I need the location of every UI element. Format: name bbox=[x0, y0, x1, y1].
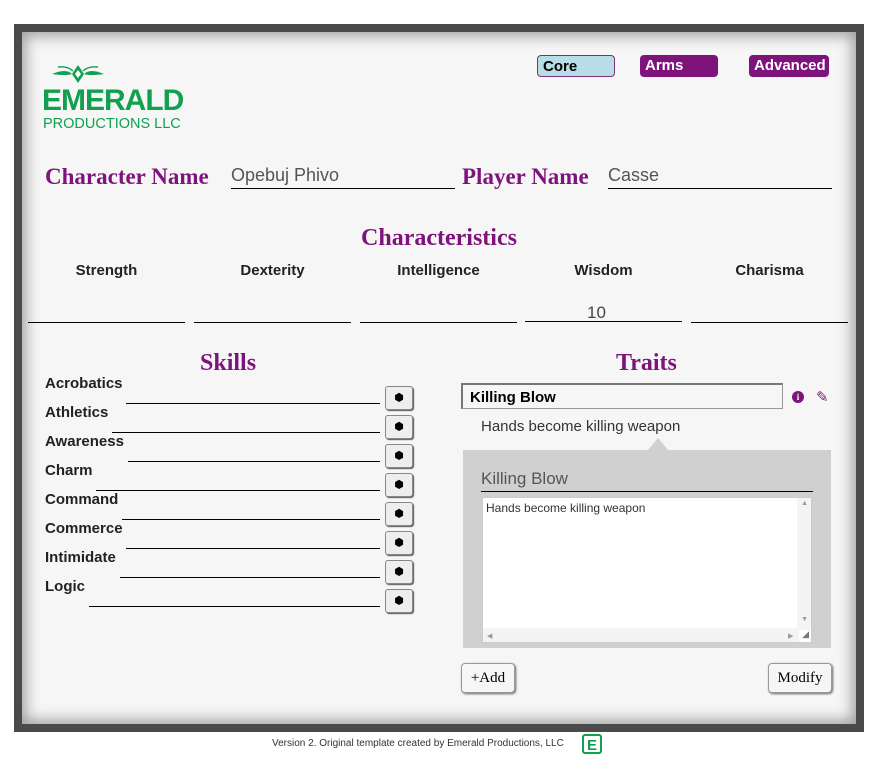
dexterity-input[interactable] bbox=[194, 292, 351, 323]
intelligence-label: Intelligence bbox=[397, 262, 480, 279]
add-trait-button[interactable]: +Add bbox=[461, 663, 515, 693]
charisma-input[interactable] bbox=[691, 292, 848, 323]
dice-icon: ⬢ bbox=[394, 479, 404, 491]
resize-grip-icon[interactable]: ◢ bbox=[802, 629, 809, 640]
tab-advanced[interactable]: Advanced bbox=[749, 55, 829, 77]
emerald-crest-icon bbox=[52, 65, 104, 83]
dexterity-label: Dexterity bbox=[240, 262, 305, 279]
scroll-left-icon[interactable]: ◀ bbox=[487, 632, 492, 640]
scroll-up-icon[interactable]: ▲ bbox=[801, 500, 808, 507]
dice-icon: ⬢ bbox=[394, 421, 404, 433]
trait-description: Hands become killing weapon bbox=[481, 418, 681, 435]
dice-roll-button[interactable]: ⬢ bbox=[385, 473, 413, 497]
strength-input[interactable] bbox=[28, 292, 185, 323]
dice-icon: ⬢ bbox=[394, 595, 404, 607]
dice-icon: ⬢ bbox=[394, 566, 404, 578]
trait-edit-panel: Killing Blow Hands become killing weapon… bbox=[463, 450, 831, 648]
dice-roll-button[interactable]: ⬢ bbox=[385, 502, 413, 526]
footer-credit: Version 2. Original template created by … bbox=[272, 738, 564, 749]
scroll-down-icon[interactable]: ▼ bbox=[801, 616, 808, 623]
trait-description-text: Hands become killing weapon bbox=[486, 501, 646, 515]
skill-acrobatics-input[interactable] bbox=[126, 385, 380, 404]
character-sheet: Core Arms Advanced EMERALD PRODUCTIONS L… bbox=[14, 24, 864, 732]
dice-icon: ⬢ bbox=[394, 537, 404, 549]
logo-wordmark: EMERALD bbox=[42, 84, 184, 117]
edit-panel-pointer bbox=[648, 438, 668, 450]
traits-heading: Traits bbox=[616, 350, 677, 376]
skill-athletics-input[interactable] bbox=[112, 414, 380, 433]
wisdom-input[interactable]: 10 bbox=[525, 292, 682, 322]
dice-roll-button[interactable]: ⬢ bbox=[385, 386, 413, 410]
vertical-scrollbar[interactable]: ▲ ▼ bbox=[797, 498, 811, 630]
tab-core[interactable]: Core bbox=[537, 55, 615, 77]
skills-heading: Skills bbox=[200, 350, 257, 376]
skill-logic-label: Logic bbox=[45, 578, 85, 595]
charisma-label: Charisma bbox=[735, 262, 804, 279]
dice-roll-button[interactable]: ⬢ bbox=[385, 531, 413, 555]
strength-label: Strength bbox=[75, 262, 138, 279]
characteristics-heading: Characteristics bbox=[361, 225, 517, 251]
skill-acrobatics-label: Acrobatics bbox=[45, 375, 123, 392]
player-name-label: Player Name bbox=[462, 164, 589, 189]
wisdom-label: Wisdom bbox=[574, 262, 633, 279]
modify-trait-button[interactable]: Modify bbox=[768, 663, 832, 693]
skill-athletics-label: Athletics bbox=[45, 404, 109, 421]
player-name-input[interactable]: Casse bbox=[608, 162, 832, 189]
dice-roll-button[interactable]: ⬢ bbox=[385, 444, 413, 468]
skill-awareness-input[interactable] bbox=[128, 443, 380, 462]
skill-intimidate-input[interactable] bbox=[120, 559, 380, 578]
dice-icon: ⬢ bbox=[394, 392, 404, 404]
skill-logic-input[interactable] bbox=[89, 588, 380, 607]
tab-arms[interactable]: Arms bbox=[640, 55, 718, 77]
sheet-paper: Core Arms Advanced EMERALD PRODUCTIONS L… bbox=[22, 32, 856, 724]
trait-select[interactable]: Killing Blow bbox=[461, 383, 783, 409]
skill-awareness-label: Awareness bbox=[45, 433, 124, 450]
skill-charm-label: Charm bbox=[45, 462, 93, 479]
skill-commerce-label: Commerce bbox=[45, 520, 123, 537]
skill-command-label: Command bbox=[45, 491, 119, 508]
skill-command-input[interactable] bbox=[122, 501, 380, 520]
dice-roll-button[interactable]: ⬢ bbox=[385, 415, 413, 439]
dice-roll-button[interactable]: ⬢ bbox=[385, 589, 413, 613]
dice-icon: ⬢ bbox=[394, 450, 404, 462]
character-name-label: Character Name bbox=[45, 164, 209, 189]
horizontal-scrollbar[interactable]: ◀ ▶ bbox=[483, 628, 799, 642]
logo-subtitle: PRODUCTIONS LLC bbox=[43, 116, 181, 132]
scroll-right-icon[interactable]: ▶ bbox=[788, 632, 793, 640]
dice-icon: ⬢ bbox=[394, 508, 404, 520]
emerald-e-icon: E bbox=[582, 734, 602, 754]
info-icon[interactable]: i bbox=[792, 391, 804, 403]
dice-roll-button[interactable]: ⬢ bbox=[385, 560, 413, 584]
pencil-icon[interactable]: ✎ bbox=[816, 388, 829, 406]
intelligence-input[interactable] bbox=[360, 292, 517, 323]
emerald-logo: EMERALD PRODUCTIONS LLC bbox=[42, 65, 185, 132]
trait-name-input[interactable]: Killing Blow bbox=[481, 467, 813, 492]
character-name-input[interactable]: Opebuj Phivo bbox=[231, 162, 455, 189]
trait-description-textarea[interactable]: Hands become killing weapon ▲ ▼ ◀ ▶ ◢ bbox=[482, 497, 812, 643]
skill-commerce-input[interactable] bbox=[126, 530, 380, 549]
skill-intimidate-label: Intimidate bbox=[45, 549, 116, 566]
skill-charm-input[interactable] bbox=[96, 472, 380, 491]
